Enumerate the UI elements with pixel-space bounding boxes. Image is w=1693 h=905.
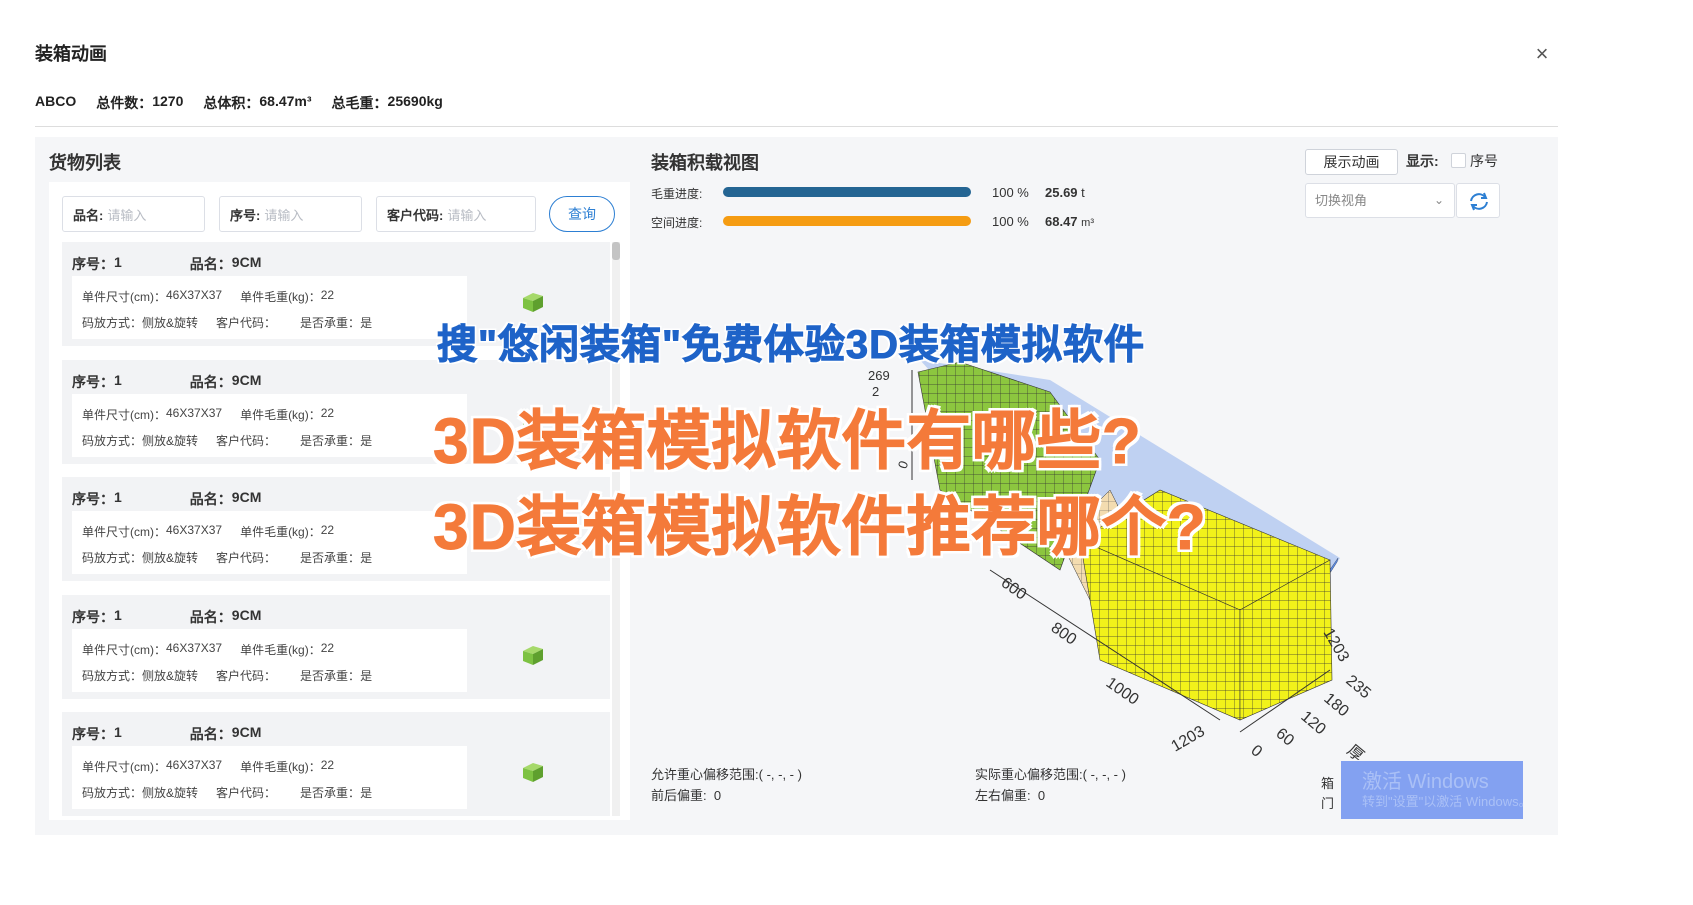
cargo-item-placement: 码放方式： 侧放&旋转 客户代码： 是否承重：是 [82, 668, 373, 683]
weight-progress-label: 毛重进度: [651, 187, 703, 201]
tick-l-800: 800 [1048, 619, 1080, 648]
cargo-item-size-weight: 单件尺寸(cm)： 46X37X37 单件毛重(kg)： 22 [82, 523, 335, 539]
summary-total-weight: 总毛重： 25690kg [331, 93, 443, 111]
dialog-title: 装箱动画 [35, 44, 107, 64]
promo-line-2: 3D装箱模拟软件有哪些? [433, 405, 1142, 478]
weight-value: 25.69 t [1045, 185, 1085, 200]
seq-checkbox[interactable] [1451, 153, 1466, 168]
cargo-item-size-weight: 单件尺寸(cm)： 46X37X37 单件毛重(kg)： 22 [82, 405, 335, 422]
view-title: 装箱积载视图 [651, 153, 759, 173]
cargo-item-header: 序号： 1 品名： 9CM [72, 489, 262, 507]
promo-line-1: 搜"悠闲装箱"免费体验3D装箱模拟软件 [436, 323, 1146, 368]
refresh-icon [1470, 192, 1488, 211]
close-icon[interactable]: × [1528, 40, 1556, 68]
scroll-thumb[interactable] [612, 242, 620, 260]
cargo-item-details: 单件尺寸(cm)： 46X37X37 单件毛重(kg)： 22 码放方式： 侧放&旋转 客户… [72, 628, 467, 692]
cargo-cube-icon [523, 293, 543, 312]
cargo-item-card[interactable]: 序号： 1 品名： 9CM 单件尺寸(cm)： 46X37X37 单件毛重(kg)： 22 码放… [62, 594, 610, 699]
cargo-item-details: 单件尺寸(cm)： 46X37X37 单件毛重(kg)： 22 码放方式： 侧放&旋转 客户… [72, 276, 467, 339]
cargo-item-placement: 码放方式： 侧放&旋转 客户代码： 是否承重：是 [82, 316, 373, 330]
space-progress-pct: 100 % [992, 214, 1029, 229]
allowed-cog-range: 允许重心偏移范围:( -, -, - ) [651, 767, 802, 782]
door-label: 门 [1321, 796, 1335, 811]
weight-progress-bar [723, 187, 971, 197]
cargo-item-placement: 码放方式： 侧放&旋转 客户代码： 是否承重：是 [82, 433, 373, 448]
actual-cog-range: 实际重心偏移范围:( -, -, - ) [975, 767, 1126, 782]
summary-bar: ABCO 总件数： 1270 总体积： 68.47m³ 总毛重： 25690kg [35, 93, 443, 113]
tick-w-120: 120 [1297, 708, 1328, 738]
weight-progress-fill [723, 187, 971, 197]
filter-name-input[interactable]: 品名: 请输入 [62, 196, 205, 232]
space-progress-fill [723, 216, 971, 226]
box-label: 箱 [1321, 776, 1335, 791]
cargo-list-title: 货物列表 [49, 153, 121, 173]
cargo-item-placement: 码放方式： 侧放&旋转 客户代码： 是否承重：是 [82, 551, 373, 565]
tick-l-1203: 1203 [1169, 723, 1208, 756]
tick-h-269: 269 [868, 368, 890, 383]
filter-seq-input[interactable]: 序号: 请输入 [219, 196, 362, 232]
cargo-item-header: 序号： 1 品名： 9CM [72, 724, 262, 742]
cargo-item-size-weight: 单件尺寸(cm)： 46X37X37 单件毛重(kg)： 22 [82, 640, 335, 657]
seq-checkbox-label[interactable]: 序号 [1470, 151, 1498, 171]
weight-progress-pct: 100 % [992, 185, 1029, 200]
space-progress-label: 空间进度: [651, 216, 703, 230]
windows-activation-title: 激活 Windows [1362, 771, 1489, 793]
tick-w-60: 60 [1272, 725, 1297, 750]
axis-end-label: 厚 [1343, 742, 1366, 760]
windows-activation-sub: 转到"设置"以激活 Windows。 [1362, 794, 1532, 809]
view-angle-select[interactable]: 切换视角 ⌄ [1305, 183, 1455, 218]
cargo-item-header: 序号： 1 品名： 9CM [72, 606, 262, 625]
cargo-cube-icon [523, 763, 543, 782]
display-label: 显示: [1406, 153, 1439, 169]
cargo-item-size-weight: 单件尺寸(cm)： 46X37X37 单件毛重(kg)： 22 [82, 758, 335, 774]
cargo-item-header: 序号： 1 品名： 9CM [72, 254, 262, 272]
cargo-item-details: 单件尺寸(cm)： 46X37X37 单件毛重(kg)： 22 码放方式： 侧放&旋转 客户… [72, 511, 467, 574]
summary-name: ABCO [35, 93, 77, 109]
promo-line-3: 3D装箱模拟软件推荐哪个? [433, 491, 1207, 564]
chevron-down-icon: ⌄ [1433, 193, 1444, 207]
summary-total-volume: 总体积： 68.47m³ [203, 93, 312, 111]
cargo-item-placement: 码放方式： 侧放&旋转 客户代码： 是否承重：是 [82, 786, 373, 800]
space-value: 68.47 m³ [1045, 214, 1094, 229]
tick-l-1000: 1000 [1103, 674, 1142, 708]
tick-w-0: 0 [1247, 742, 1265, 760]
cargo-cube-icon [523, 645, 543, 665]
tick-w-180: 180 [1320, 690, 1351, 720]
cargo-item-details: 单件尺寸(cm)： 46X37X37 单件毛重(kg)： 22 码放方式： 侧放&旋转 客户… [72, 746, 467, 809]
cargo-item-card[interactable]: 序号： 1 品名： 9CM 单件尺寸(cm)： 46X37X37 单件毛重(kg)： 22 码放… [62, 712, 610, 816]
summary-total-pieces: 总件数： 1270 [96, 93, 184, 111]
tick-w-235: 235 [1342, 672, 1373, 702]
refresh-button[interactable] [1456, 183, 1500, 218]
query-button[interactable]: 查询 [549, 196, 615, 232]
cargo-item-header: 序号： 1 品名： 9CM [72, 371, 262, 390]
front-back-offset: 前后偏重: 0 [651, 788, 722, 803]
cargo-item-size-weight: 单件尺寸(cm)： 46X37X37 单件毛重(kg)： 22 [82, 288, 335, 304]
filter-customer-code-input[interactable]: 客户代码: 请输入 [376, 196, 536, 232]
left-right-offset: 左右偏重: 0 [975, 788, 1046, 803]
tick-l-600: 600 [998, 574, 1030, 603]
show-animation-button[interactable]: 展示动画 [1305, 149, 1398, 175]
header-divider [35, 126, 1558, 127]
cargo-item-details: 单件尺寸(cm)： 46X37X37 单件毛重(kg)： 22 码放方式： 侧放&旋转 客户… [72, 393, 467, 457]
space-progress-bar [723, 216, 971, 226]
